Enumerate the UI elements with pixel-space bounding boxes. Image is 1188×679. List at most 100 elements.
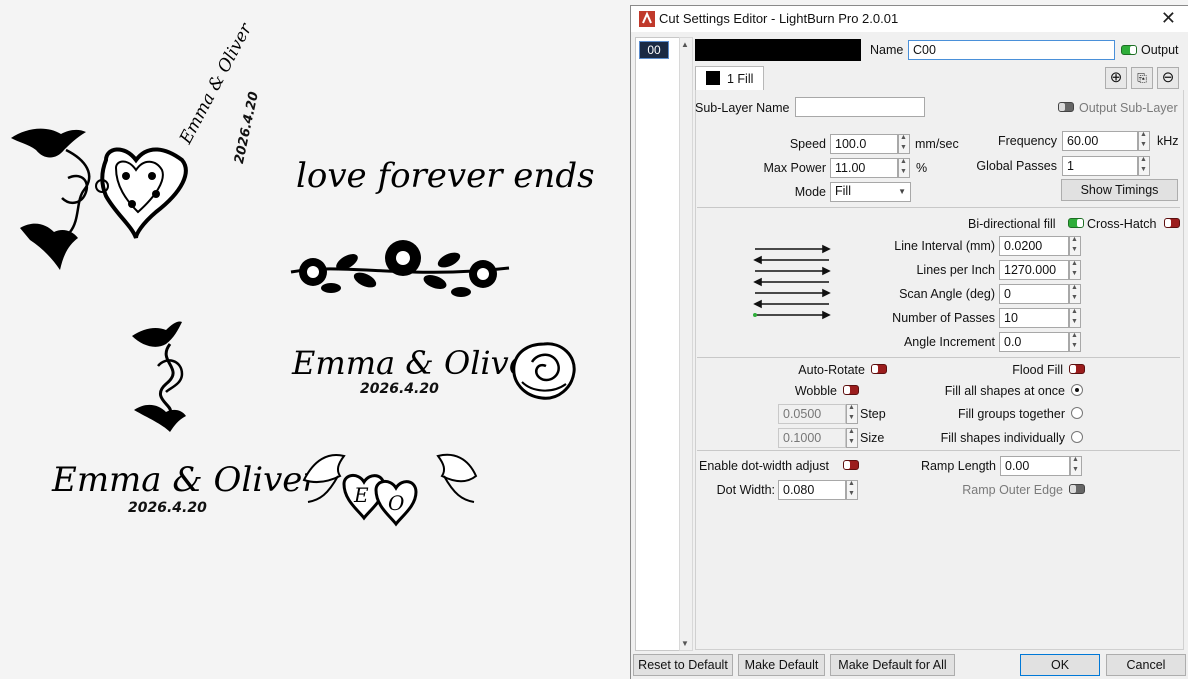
ramp-outer-edge-toggle[interactable] (1069, 484, 1085, 494)
frequency-input[interactable]: 60.00 (1062, 131, 1138, 151)
bidirectional-toggle[interactable] (1068, 218, 1084, 228)
copy-icon[interactable]: ⎘ (1131, 67, 1153, 89)
cut-settings-dialog: Cut Settings Editor - LightBurn Pro 2.0.… (630, 5, 1188, 679)
small-birds-artwork (132, 321, 186, 432)
close-icon[interactable]: ✕ (1161, 8, 1176, 29)
layer-list-scrollbar[interactable]: ▲ ▼ (679, 37, 693, 651)
speed-spinner[interactable] (898, 134, 910, 154)
minus-icon[interactable]: ⊖ (1157, 67, 1179, 89)
ramp-length-spinner[interactable] (1070, 456, 1082, 476)
dot-width-label: Dot Width: (716, 483, 775, 497)
num-passes-input[interactable]: 10 (999, 308, 1069, 328)
rose-vine-artwork (290, 240, 510, 297)
tab-sublayer-fill[interactable]: 1 Fill (695, 66, 764, 90)
wobble-step-label: Step (860, 407, 886, 421)
speed-input[interactable]: 100.0 (830, 134, 898, 154)
flood-fill-label: Flood Fill (1012, 363, 1063, 377)
scan-angle-label: Scan Angle (deg) (899, 287, 995, 301)
bidirectional-label: Bi-directional fill (968, 217, 1056, 231)
max-power-input[interactable]: 11.00 (830, 158, 898, 178)
cancel-button[interactable]: Cancel (1106, 654, 1186, 676)
auto-rotate-toggle[interactable] (871, 364, 887, 374)
speed-unit: mm/sec (915, 137, 959, 151)
dot-width-spinner[interactable] (846, 480, 858, 500)
crosshatch-label: Cross-Hatch (1087, 217, 1157, 231)
scroll-down-icon[interactable]: ▼ (681, 639, 689, 648)
app-icon (639, 11, 655, 27)
crosshatch-toggle[interactable] (1164, 218, 1180, 228)
flood-fill-toggle[interactable] (1069, 364, 1085, 374)
date-bottom: 2026.4.20 (128, 500, 207, 516)
wobble-toggle[interactable] (843, 385, 859, 395)
angle-increment-spinner[interactable] (1069, 332, 1081, 352)
divider (697, 357, 1180, 358)
name-input[interactable]: C00 (908, 40, 1115, 60)
line-interval-spinner[interactable] (1069, 236, 1081, 256)
frequency-unit: kHz (1157, 134, 1179, 148)
max-power-unit: % (916, 161, 928, 175)
slogan-text: love forever ends (296, 156, 595, 196)
scroll-up-icon[interactable]: ▲ (681, 40, 689, 49)
speed-label: Speed (789, 137, 826, 151)
scan-angle-input[interactable]: 0 (999, 284, 1069, 304)
global-passes-spinner[interactable] (1138, 156, 1150, 176)
layer-item-00[interactable]: 00 (639, 41, 669, 59)
bird-heart-artwork (11, 128, 188, 270)
fill-all-radio[interactable] (1071, 384, 1083, 396)
layer-color-swatch[interactable] (695, 39, 861, 61)
sublayer-name-input[interactable] (795, 97, 925, 117)
show-timings-button[interactable]: Show Timings (1061, 179, 1178, 201)
heart-letter-o: O (388, 491, 404, 515)
lines-per-inch-spinner[interactable] (1069, 260, 1081, 280)
global-passes-input[interactable]: 1 (1062, 156, 1138, 176)
make-default-button[interactable]: Make Default (738, 654, 825, 676)
fill-individually-radio[interactable] (1071, 431, 1083, 443)
wobble-size-spinner[interactable] (846, 428, 858, 448)
design-canvas[interactable]: Emma & Oliver 2026.4.20 love forever end… (0, 0, 630, 679)
fill-individually-label: Fill shapes individually (940, 431, 1065, 445)
date-middle: 2026.4.20 (360, 381, 439, 397)
ramp-outer-edge-label: Ramp Outer Edge (962, 483, 1063, 497)
output-sublayer-toggle[interactable] (1058, 102, 1074, 112)
mode-value: Fill (835, 184, 851, 198)
dot-width-input[interactable]: 0.080 (778, 480, 846, 500)
lines-per-inch-label: Lines per Inch (916, 263, 995, 277)
wobble-size-label: Size (860, 431, 885, 445)
scan-angle-spinner[interactable] (1069, 284, 1081, 304)
dot-width-adjust-toggle[interactable] (843, 460, 859, 470)
frequency-label: Frequency (997, 134, 1057, 148)
plus-icon[interactable]: ⊕ (1105, 67, 1127, 89)
ramp-length-input[interactable]: 0.00 (1000, 456, 1070, 476)
mode-select[interactable]: Fill ▼ (830, 182, 911, 202)
heart-letter-e: E (353, 483, 369, 507)
reset-to-default-button[interactable]: Reset to Default (633, 654, 733, 676)
wobble-step-input[interactable]: 0.0500 (778, 404, 846, 424)
rose-artwork (512, 342, 576, 400)
lines-per-inch-input[interactable]: 1270.000 (999, 260, 1069, 280)
layer-list[interactable]: 00 (635, 37, 681, 651)
tab-label: 1 Fill (727, 72, 754, 86)
scan-preview-icon (753, 244, 831, 320)
ok-button[interactable]: OK (1020, 654, 1100, 676)
line-interval-input[interactable]: 0.0200 (999, 236, 1069, 256)
fill-groups-radio[interactable] (1071, 407, 1083, 419)
dialog-title: Cut Settings Editor - LightBurn Pro 2.0.… (659, 11, 899, 26)
angle-increment-input[interactable]: 0.0 (999, 332, 1069, 352)
angle-increment-label: Angle Increment (903, 335, 995, 349)
doves-hearts-artwork: E O (302, 453, 478, 527)
frequency-spinner[interactable] (1138, 131, 1150, 151)
max-power-spinner[interactable] (898, 158, 910, 178)
wobble-step-spinner[interactable] (846, 404, 858, 424)
tab-color-swatch (706, 71, 720, 85)
global-passes-label: Global Passes (976, 159, 1057, 173)
line-interval-label: Line Interval (mm) (894, 239, 995, 253)
ramp-length-label: Ramp Length (920, 459, 996, 473)
fill-all-label: Fill all shapes at once (944, 384, 1065, 398)
title-bar[interactable]: Cut Settings Editor - LightBurn Pro 2.0.… (631, 6, 1188, 32)
name-label: Name (870, 43, 904, 57)
num-passes-spinner[interactable] (1069, 308, 1081, 328)
output-sublayer-label: Output Sub-Layer (1079, 101, 1178, 115)
wobble-size-input[interactable]: 0.1000 (778, 428, 846, 448)
output-toggle[interactable] (1121, 45, 1137, 55)
make-default-for-all-button[interactable]: Make Default for All (830, 654, 955, 676)
